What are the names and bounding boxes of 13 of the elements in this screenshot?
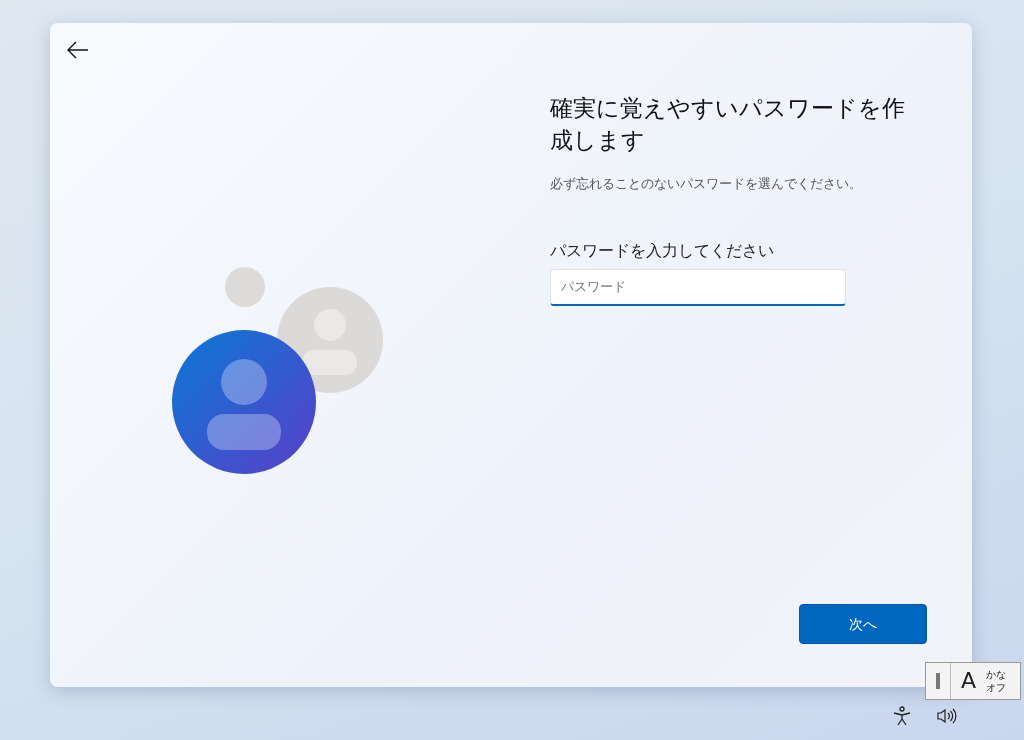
accessibility-icon[interactable] — [893, 706, 911, 726]
speaker-icon[interactable] — [937, 708, 957, 724]
field-label: パスワードを入力してください — [550, 239, 775, 262]
subtitle-text: 必ず忘れることのないパスワードを選んでください。 — [550, 175, 863, 193]
ime-indicator[interactable]: A かな オフ — [925, 662, 1021, 700]
back-arrow-icon — [67, 41, 89, 59]
next-button[interactable]: 次へ — [799, 604, 927, 644]
page-title: 確実に覚えやすいパスワードを作成します — [550, 94, 906, 155]
input-mode-text: A — [960, 670, 978, 692]
kana-status-text: オフ — [986, 681, 1007, 694]
password-field[interactable]: パスワード — [550, 268, 846, 306]
cursor-bar-icon — [936, 673, 940, 689]
kana-text: かな — [986, 668, 1007, 681]
